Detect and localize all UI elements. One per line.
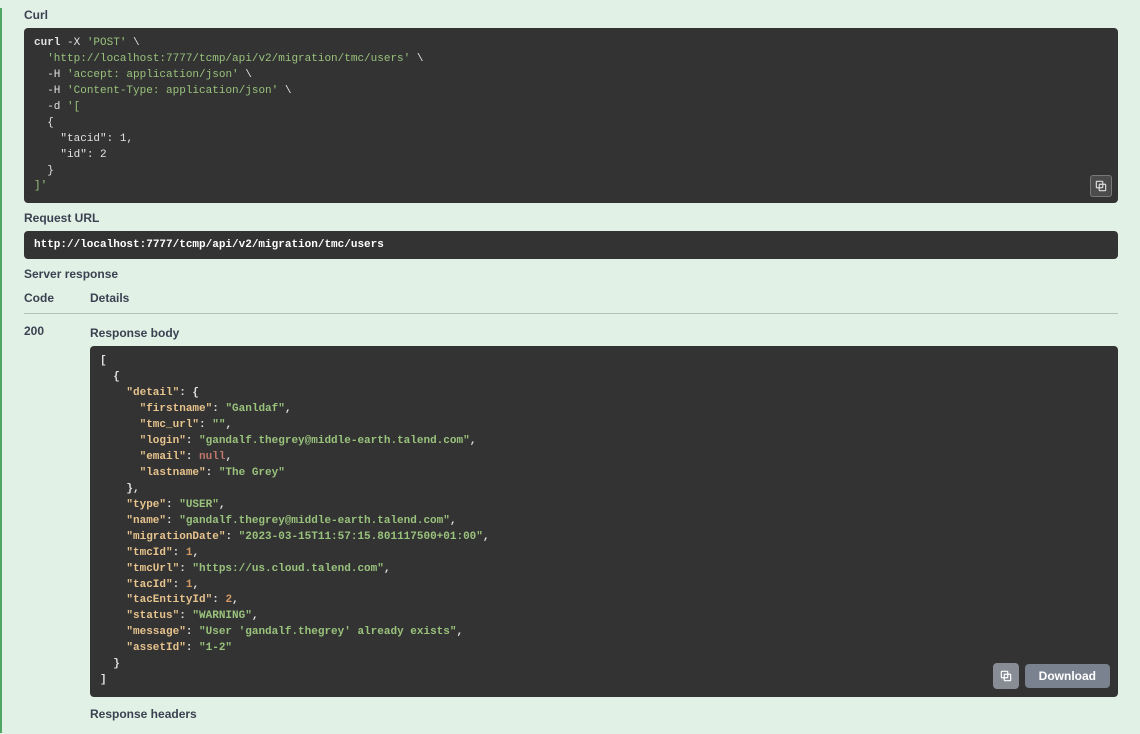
- copy-curl-button[interactable]: [1090, 175, 1112, 197]
- request-url-heading: Request URL: [24, 211, 1118, 225]
- response-row: 200 Response body [ { "detail": { "first…: [24, 324, 1118, 727]
- code-column-header: Code: [24, 291, 90, 305]
- server-response-heading: Server response: [24, 267, 1118, 281]
- request-url-value: http://localhost:7777/tcmp/api/v2/migrat…: [24, 231, 1118, 259]
- curl-heading: Curl: [24, 8, 1118, 22]
- curl-cmd: curl: [34, 37, 60, 49]
- response-body-heading: Response body: [90, 326, 1118, 340]
- copy-response-button[interactable]: [993, 663, 1019, 689]
- curl-code-block: curl -X 'POST' \ 'http://localhost:7777/…: [24, 28, 1118, 203]
- response-body-block: [ { "detail": { "firstname": "Ganldaf", …: [90, 346, 1118, 697]
- response-headers-heading: Response headers: [90, 707, 1118, 721]
- response-code: 200: [24, 324, 90, 727]
- details-column-header: Details: [90, 291, 1118, 305]
- response-table-header: Code Details: [24, 291, 1118, 314]
- download-button[interactable]: Download: [1025, 664, 1110, 688]
